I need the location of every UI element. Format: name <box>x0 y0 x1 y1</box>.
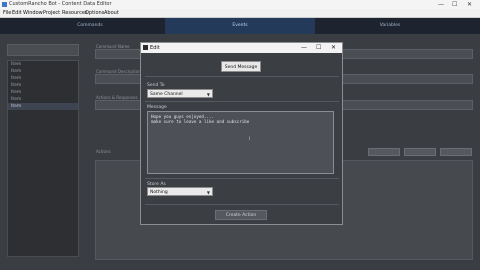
delete-action-button[interactable] <box>440 148 472 156</box>
send-message-button[interactable]: Send Message <box>221 61 261 72</box>
text-cursor-icon: I <box>249 136 251 141</box>
list-item[interactable]: Item <box>8 89 78 96</box>
dialog-title-bar: Edit — ☐ ✕ <box>141 43 342 53</box>
menu-resources[interactable]: Resources <box>62 10 88 16</box>
edit-dialog: Edit — ☐ ✕ Send Message Send To Same Cha… <box>140 42 343 225</box>
list-item[interactable]: Item <box>8 82 78 89</box>
dialog-title: Edit <box>150 45 160 51</box>
minimize-button[interactable]: — <box>438 1 444 8</box>
divider <box>145 101 339 102</box>
menu-window[interactable]: Window <box>23 10 43 16</box>
list-item[interactable]: Item <box>8 75 78 82</box>
send-to-label: Send To <box>147 83 165 88</box>
menu-options[interactable]: Options <box>85 10 104 16</box>
app-title: CustomRancho Bot - Content Data Editor <box>9 1 112 7</box>
list-item[interactable]: Item <box>8 96 78 103</box>
command-list: Item Item Item Item Item Item Item <box>7 60 79 257</box>
create-action-button[interactable]: Create Action <box>215 210 267 220</box>
dialog-minimize-button[interactable]: — <box>301 44 307 51</box>
menu-project[interactable]: Project <box>43 10 60 16</box>
divider <box>145 178 339 179</box>
close-button[interactable]: ✕ <box>467 1 472 8</box>
chevron-down-icon: ▼ <box>206 92 210 97</box>
list-item-selected[interactable]: Item <box>8 103 78 110</box>
tab-variables[interactable]: Variables <box>315 18 465 34</box>
chevron-down-icon: ▼ <box>206 190 210 195</box>
message-line: make sure to leave a like and subscribe <box>151 119 250 124</box>
maximize-button[interactable]: ☐ <box>452 1 457 8</box>
divider <box>145 76 339 77</box>
actions-label: Actions <box>96 149 111 154</box>
tab-events[interactable]: Events <box>165 18 315 34</box>
store-as-select[interactable]: Nothing ▼ <box>147 187 213 196</box>
add-action-button[interactable] <box>368 148 400 156</box>
list-item[interactable]: Item <box>8 61 78 68</box>
tab-commands[interactable]: Commands <box>15 18 165 34</box>
message-label: Message <box>147 105 167 110</box>
tab-bar: Commands Events Variables <box>0 18 480 34</box>
menu-file[interactable]: File <box>3 10 11 16</box>
dialog-maximize-button[interactable]: ☐ <box>316 44 321 51</box>
message-textarea[interactable]: Hope you guys enjoyed.... make sure to l… <box>147 111 334 174</box>
send-to-value: Same Channel <box>150 92 183 97</box>
menu-about[interactable]: About <box>104 10 119 16</box>
app-title-bar: CustomRancho Bot - Content Data Editor —… <box>0 0 480 9</box>
menu-edit[interactable]: Edit <box>12 10 22 16</box>
list-header-button[interactable] <box>7 44 79 56</box>
list-item[interactable]: Item <box>8 68 78 75</box>
app-icon <box>2 2 7 7</box>
dialog-close-button[interactable]: ✕ <box>331 44 336 51</box>
menu-bar: File Edit Window Project Resources Optio… <box>0 9 480 18</box>
dialog-icon <box>143 45 148 50</box>
store-as-value: Nothing <box>150 190 168 195</box>
send-to-select[interactable]: Same Channel ▼ <box>147 89 213 98</box>
divider <box>145 204 339 205</box>
edit-action-button[interactable] <box>404 148 436 156</box>
